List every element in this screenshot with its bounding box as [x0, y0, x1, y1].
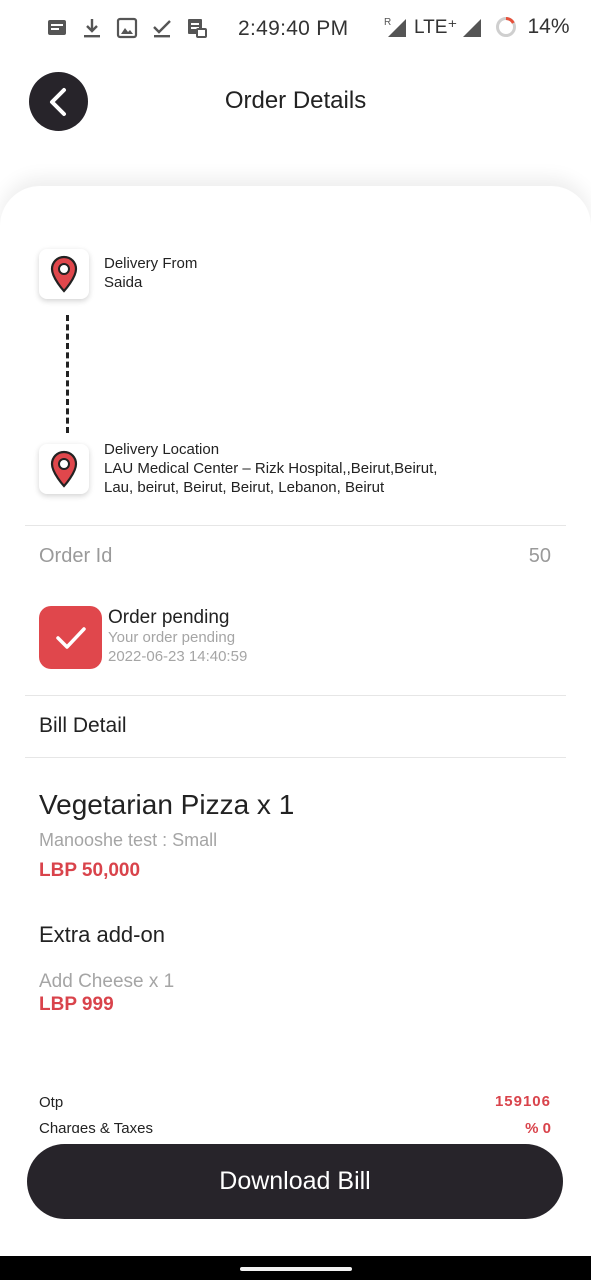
item-price: LBP 50,000 — [39, 860, 141, 881]
status-bar: 2:49:40 PM R LTE⁺ 14% — [0, 0, 591, 58]
order-id-label: Order Id — [39, 545, 113, 567]
download-bill-button[interactable]: Download Bill — [27, 1144, 563, 1219]
item-variant: Manooshe test : Small — [39, 830, 218, 850]
system-navigation-bar — [0, 1256, 591, 1280]
order-status-title: Order pending — [108, 607, 230, 628]
signal-icon — [463, 19, 482, 37]
image-icon — [116, 17, 138, 39]
message-icon — [48, 20, 66, 35]
roaming-indicator: R — [384, 17, 391, 28]
order-id-value: 50 — [528, 545, 551, 567]
divider — [25, 757, 566, 758]
page-title: Order Details — [224, 87, 367, 114]
sim-card-icon — [188, 19, 207, 38]
route-connector — [66, 315, 69, 433]
order-status-badge — [39, 606, 102, 669]
map-pin-icon — [50, 255, 78, 293]
network-type: LTE⁺ — [414, 16, 458, 38]
system-indicators: R LTE⁺ 14% — [384, 15, 570, 39]
delivery-from-value: Saida — [104, 274, 143, 291]
battery-icon — [496, 17, 517, 37]
delivery-location-label: Delivery Location — [104, 441, 220, 458]
clock: 2:49:40 PM — [238, 17, 349, 40]
delivery-location-pin — [39, 444, 89, 494]
delivery-from-label: Delivery From — [104, 255, 198, 272]
addon-price: LBP 999 — [39, 994, 114, 1015]
signal-roaming-icon: R — [384, 17, 406, 37]
bill-detail-heading: Bill Detail — [39, 714, 127, 737]
item-name: Vegetarian Pizza x 1 — [39, 789, 295, 820]
addon-heading: Extra add-on — [39, 922, 165, 947]
delivery-location-line1: LAU Medical Center – Rizk Hospital,,Beir… — [104, 460, 438, 477]
charges-taxes-value: % 0 — [525, 1120, 551, 1133]
checkmark-icon — [55, 626, 86, 649]
divider — [25, 695, 566, 696]
battery-percentage: 14% — [527, 15, 570, 38]
order-status-timestamp: 2022-06-23 14:40:59 — [108, 648, 248, 665]
otp-value: 159106 — [494, 1093, 551, 1110]
order-status-subtitle: Your order pending — [108, 629, 236, 646]
charges-taxes-label: Charges & Taxes — [39, 1120, 153, 1133]
map-pin-icon — [50, 450, 78, 488]
charges-taxes-row: Charges & Taxes % 0 — [0, 1112, 591, 1133]
divider — [25, 525, 566, 526]
delivery-from-pin — [39, 249, 89, 299]
checkmark-icon — [153, 20, 171, 38]
otp-label: Otp — [39, 1094, 64, 1111]
home-gesture-handle[interactable] — [240, 1267, 352, 1271]
addon-name: Add Cheese x 1 — [39, 971, 175, 992]
delivery-location-line2: Lau, beirut, Beirut, Beirut, Lebanon, Be… — [104, 479, 385, 496]
notification-icons — [45, 16, 209, 40]
download-icon — [84, 19, 100, 38]
